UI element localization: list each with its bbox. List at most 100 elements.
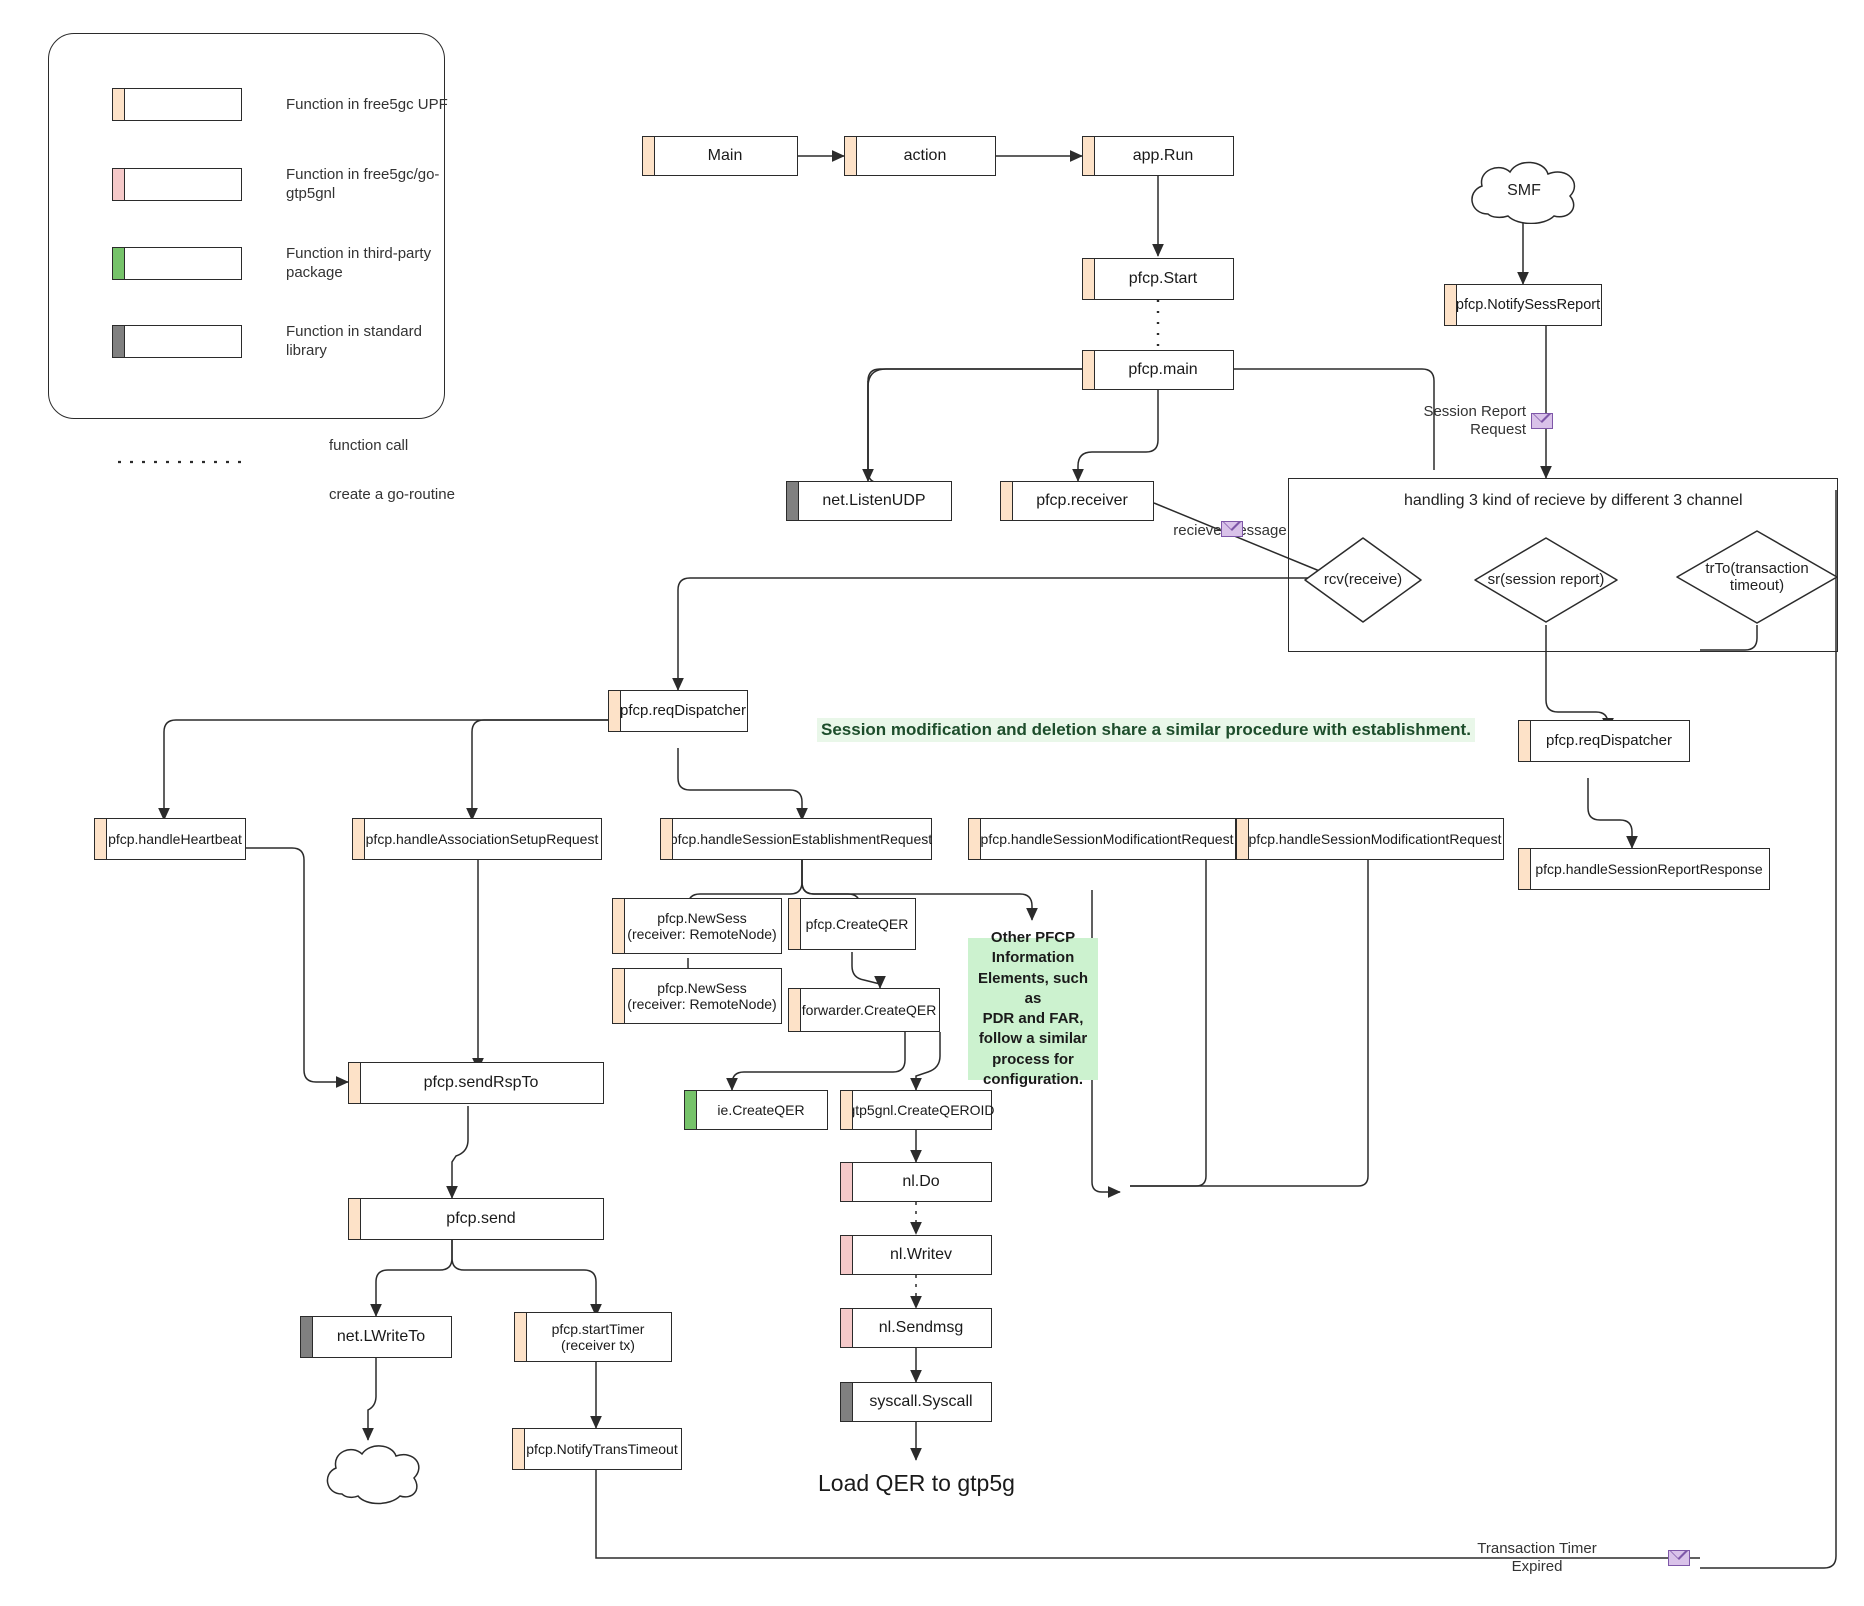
legend-label-gtp5gnl: Function in free5gc/go- gtp5gnl bbox=[286, 166, 440, 203]
node-new-sess-1[interactable]: pfcp.NewSess (receiver: RemoteNode) bbox=[612, 898, 782, 954]
node-color-bar bbox=[841, 1091, 853, 1129]
node-label: pfcp.handleSessionModificationtRequest bbox=[980, 830, 1234, 847]
node-color-bar bbox=[787, 482, 799, 520]
label-session-report-request: Session Report Request bbox=[1423, 403, 1526, 438]
node-label: pfcp.handleAssociationSetupRequest bbox=[365, 830, 599, 847]
node-color-bar bbox=[513, 1429, 525, 1469]
node-label: pfcp.handleSessionReportResponse bbox=[1535, 860, 1763, 877]
node-color-bar bbox=[613, 969, 625, 1023]
legend-swatch-stdlib bbox=[112, 324, 242, 358]
node-label: pfcp.NewSess (receiver: RemoteNode) bbox=[627, 979, 777, 1012]
node-color-bar bbox=[969, 819, 981, 859]
node-label: pfcp.Start bbox=[1128, 269, 1198, 287]
legend-label-goroutine: create a go-routine bbox=[329, 486, 455, 503]
node-color-bar bbox=[841, 1163, 853, 1201]
node-pfcp-receiver[interactable]: pfcp.receiver bbox=[1000, 481, 1154, 521]
cloud-network bbox=[318, 1440, 428, 1506]
legend-panel: Function in free5gc UPF Function in free… bbox=[48, 33, 455, 503]
node-label: pfcp.NewSess (receiver: RemoteNode) bbox=[627, 909, 777, 942]
node-label: net.LWriteTo bbox=[336, 1327, 426, 1345]
node-nl-do[interactable]: nl.Do bbox=[840, 1162, 992, 1202]
node-color-bar bbox=[643, 137, 655, 175]
node-req-dispatcher-right[interactable]: pfcp.reqDispatcher bbox=[1518, 720, 1690, 762]
node-handle-heartbeat[interactable]: pfcp.handleHeartbeat bbox=[94, 818, 246, 860]
node-color-bar bbox=[1237, 819, 1249, 859]
node-color-bar bbox=[1519, 849, 1531, 889]
node-label: pfcp.handleSessionModificationtRequest bbox=[1248, 830, 1502, 847]
node-handle-session-modification-request-1[interactable]: pfcp.handleSessionModificationtRequest bbox=[968, 818, 1236, 860]
node-new-sess-2[interactable]: pfcp.NewSess (receiver: RemoteNode) bbox=[612, 968, 782, 1024]
node-forwarder-create-qer[interactable]: forwarder.CreateQER bbox=[788, 988, 940, 1032]
diamond-trto-transaction-timeout[interactable]: trTo(transaction timeout) bbox=[1674, 528, 1840, 626]
diamond-label: rcv(receive) bbox=[1323, 571, 1403, 589]
node-pfcp-sendrspto[interactable]: pfcp.sendRspTo bbox=[348, 1062, 604, 1104]
node-color-bar bbox=[789, 989, 801, 1031]
node-color-bar bbox=[661, 819, 673, 859]
legend-swatch-thirdparty bbox=[112, 246, 242, 280]
legend-label-upf: Function in free5gc UPF bbox=[286, 95, 448, 113]
legend-item: Function in standard library bbox=[112, 322, 466, 360]
note-other-pfcp-information-elements: Other PFCP Information Elements, such as… bbox=[968, 929, 1098, 1088]
node-handle-session-report-response[interactable]: pfcp.handleSessionReportResponse bbox=[1518, 848, 1770, 890]
diamond-sr-session-report[interactable]: sr(session report) bbox=[1472, 535, 1620, 625]
node-color-bar bbox=[1001, 482, 1013, 520]
node-handle-session-modification-request-2[interactable]: pfcp.handleSessionModificationtRequest bbox=[1236, 818, 1504, 860]
node-color-bar bbox=[95, 819, 107, 859]
node-color-bar bbox=[353, 819, 365, 859]
node-color-bar bbox=[1083, 137, 1095, 175]
node-label: action bbox=[903, 146, 947, 164]
node-action[interactable]: action bbox=[844, 136, 996, 176]
node-color-bar bbox=[1519, 721, 1531, 761]
node-color-bar bbox=[1083, 351, 1095, 389]
node-pfcp-main[interactable]: pfcp.main bbox=[1082, 350, 1234, 390]
node-syscall-syscall[interactable]: syscall.Syscall bbox=[840, 1382, 992, 1422]
node-color-bar bbox=[845, 137, 857, 175]
node-label: pfcp.reqDispatcher bbox=[620, 702, 746, 720]
node-pfcp-starttimer[interactable]: pfcp.startTimer (receiver tx) bbox=[514, 1312, 672, 1362]
node-nl-writev[interactable]: nl.Writev bbox=[840, 1235, 992, 1275]
label-load-qer: Load QER to gtp5g bbox=[818, 1470, 1015, 1496]
node-color-bar bbox=[301, 1317, 313, 1357]
node-handle-association-setup-request[interactable]: pfcp.handleAssociationSetupRequest bbox=[352, 818, 602, 860]
node-color-bar bbox=[841, 1383, 853, 1421]
node-handle-session-establishment-request[interactable]: pfcp.handleSessionEstablishmentRequest bbox=[660, 818, 932, 860]
group-title: handling 3 kind of recieve by different … bbox=[1404, 492, 1743, 509]
node-gtp5gnl-create-qeroid[interactable]: gtp5gnl.CreateQEROID bbox=[840, 1090, 995, 1130]
cloud-smf: SMF bbox=[1460, 158, 1588, 225]
node-color-bar bbox=[349, 1199, 361, 1239]
node-main[interactable]: Main bbox=[642, 136, 798, 176]
node-color-bar bbox=[1445, 285, 1457, 325]
node-req-dispatcher-left[interactable]: pfcp.reqDispatcher bbox=[608, 690, 748, 732]
node-label: gtp5gnl.CreateQEROID bbox=[847, 1101, 995, 1118]
legend-label-thirdparty: Function in third-party package bbox=[286, 245, 432, 282]
node-net-lwriteto[interactable]: net.LWriteTo bbox=[300, 1316, 452, 1358]
node-label: net.ListenUDP bbox=[822, 491, 926, 509]
node-label: nl.Do bbox=[902, 1172, 940, 1190]
node-label: syscall.Syscall bbox=[869, 1392, 973, 1410]
node-pfcp-send[interactable]: pfcp.send bbox=[348, 1198, 604, 1240]
node-nl-sendmsg[interactable]: nl.Sendmsg bbox=[840, 1308, 992, 1348]
node-color-bar bbox=[685, 1091, 697, 1129]
legend-item: Function in free5gc UPF bbox=[112, 88, 466, 121]
node-color-bar bbox=[841, 1309, 853, 1347]
diamond-label: sr(session report) bbox=[1487, 571, 1605, 589]
node-app-run[interactable]: app.Run bbox=[1082, 136, 1234, 176]
note-session-modification-banner: Session modification and deletion share … bbox=[817, 718, 1475, 742]
diamond-rcv-receive[interactable]: rcv(receive) bbox=[1302, 535, 1424, 625]
node-ie-create-qer[interactable]: ie.CreateQER bbox=[684, 1090, 828, 1130]
node-label: forwarder.CreateQER bbox=[801, 1001, 937, 1018]
node-label: app.Run bbox=[1132, 146, 1194, 164]
node-pfcp-start[interactable]: pfcp.Start bbox=[1082, 258, 1234, 300]
node-color-bar bbox=[841, 1236, 853, 1274]
node-label: pfcp.startTimer (receiver tx) bbox=[551, 1320, 645, 1353]
legend-item: Function in free5gc/go- gtp5gnl bbox=[112, 165, 466, 203]
node-pfcp-notifytranstimeout[interactable]: pfcp.NotifyTransTimeout bbox=[512, 1428, 682, 1470]
node-pfcp-create-qer[interactable]: pfcp.CreateQER bbox=[788, 898, 916, 950]
node-net-listenudp[interactable]: net.ListenUDP bbox=[786, 481, 952, 521]
node-label: pfcp.reqDispatcher bbox=[1546, 732, 1672, 750]
node-color-bar bbox=[349, 1063, 361, 1103]
cloud-label: SMF bbox=[1507, 182, 1541, 199]
node-pfcp-notifysessreport[interactable]: pfcp.NotifySessReport bbox=[1444, 284, 1602, 326]
node-label: pfcp.NotifySessReport bbox=[1455, 296, 1601, 313]
node-label: pfcp.send bbox=[446, 1209, 516, 1227]
